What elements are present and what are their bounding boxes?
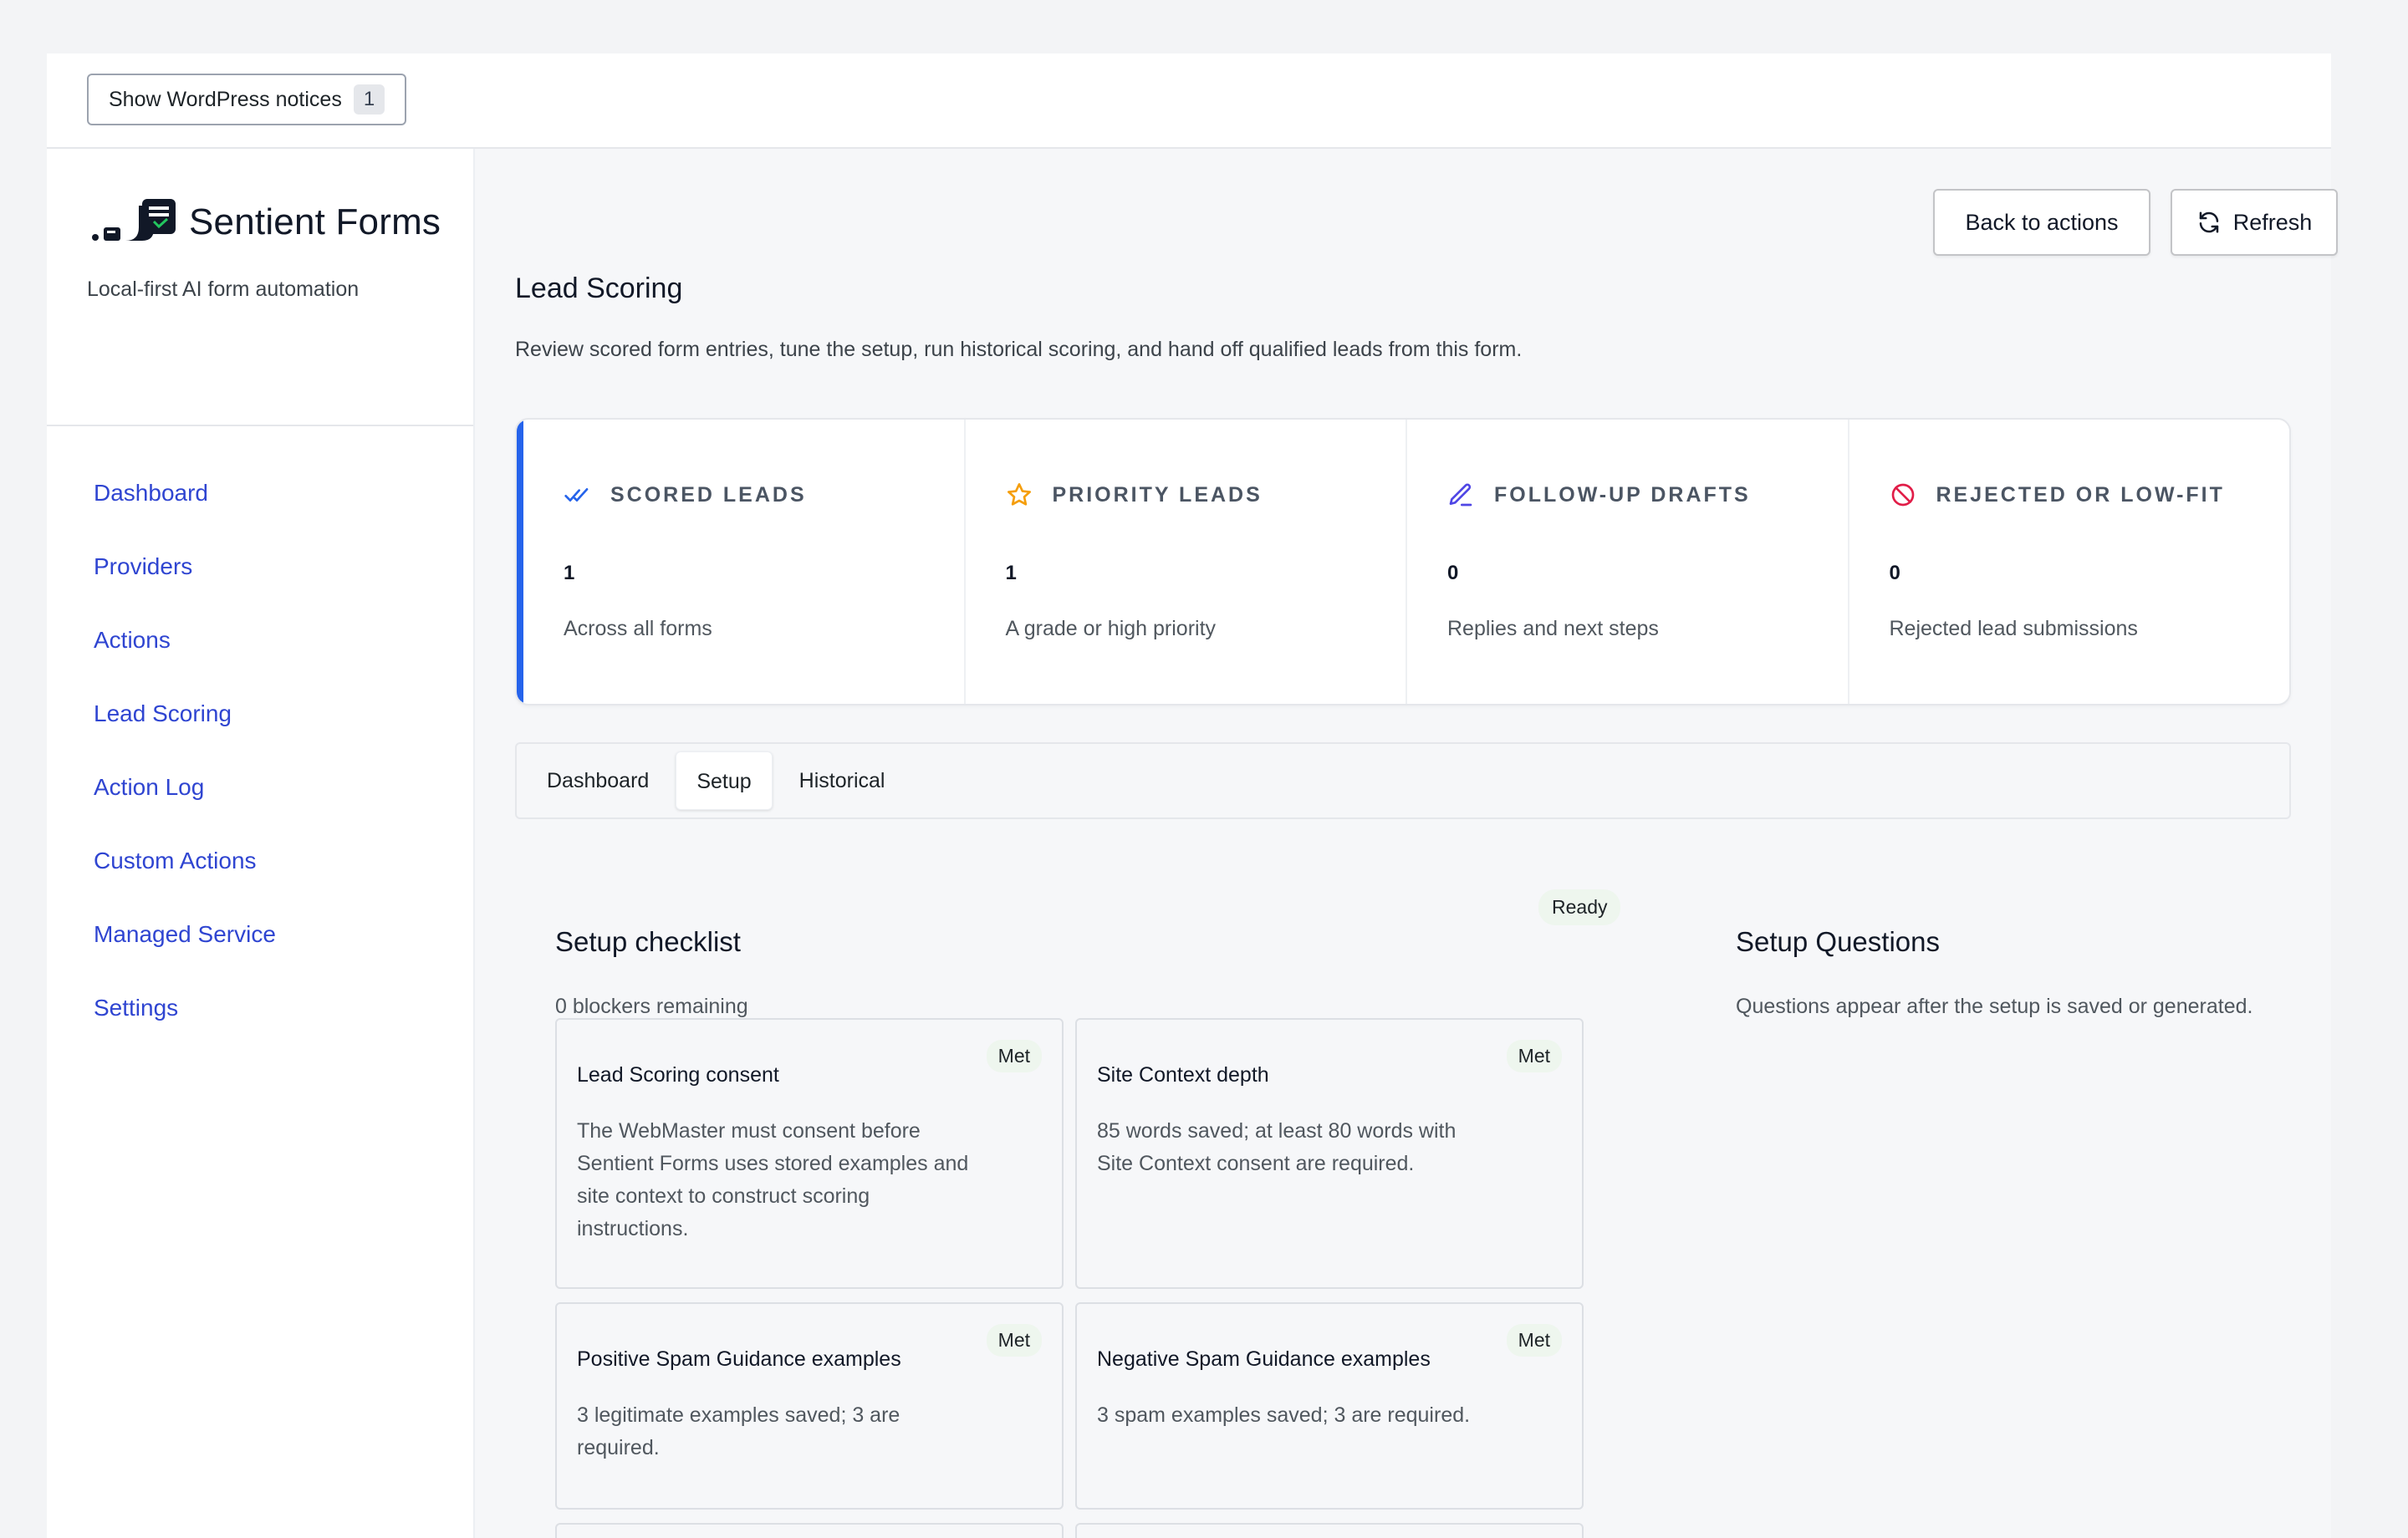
stat-value: 0 — [1447, 562, 1459, 584]
checklist-card-description: The WebMaster must consent before Sentie… — [577, 1119, 969, 1240]
checklist-card-description: 3 spam examples saved; 3 are required. — [1097, 1403, 1471, 1427]
tab-setup[interactable]: Setup — [676, 751, 773, 810]
stat-label: PRIORITY LEADS — [1052, 482, 1263, 507]
setup-questions-description: Questions appear after the setup is save… — [1736, 995, 2253, 1018]
sentient-forms-logo-icon — [92, 199, 176, 241]
stat-value: 0 — [1889, 562, 1900, 584]
stats-panel: SCORED LEADS 1 Across all forms PRIORITY… — [515, 418, 2291, 705]
pencil-icon — [1449, 483, 1472, 507]
blockers-remaining: 0 blockers remaining — [555, 995, 748, 1018]
checklist-card-description: 85 words saved; at least 80 words with S… — [1097, 1119, 1457, 1175]
checklist-card-description: 3 legitimate examples saved; 3 are requi… — [577, 1403, 900, 1459]
checklist-card-lead-scoring-consent: Met Lead Scoring consent The WebMaster m… — [555, 1018, 1064, 1289]
stat-subtext: Replies and next steps — [1447, 617, 1659, 640]
stat-header: FOLLOW-UP DRAFTS — [1447, 481, 1751, 508]
app-window: Show WordPress notices 1 Sentient Forms … — [47, 53, 2338, 1538]
refresh-label: Refresh — [2232, 209, 2313, 235]
stat-priority-leads: PRIORITY LEADS 1 A grade or high priorit… — [966, 420, 1407, 704]
sidebar-item-lead-scoring[interactable]: Lead Scoring — [47, 677, 473, 751]
sidebar-item-managed-service[interactable]: Managed Service — [47, 898, 473, 971]
checklist-card — [1075, 1523, 1584, 1538]
stat-follow-up-drafts: FOLLOW-UP DRAFTS 0 Replies and next step… — [1407, 420, 1849, 704]
met-badge: Met — [1506, 1324, 1562, 1357]
logo: Sentient Forms — [90, 199, 441, 246]
stat-subtext: Across all forms — [564, 617, 712, 640]
stat-subtext: A grade or high priority — [1005, 617, 1217, 640]
stat-header: SCORED LEADS — [564, 481, 807, 508]
stat-header: PRIORITY LEADS — [1006, 481, 1263, 508]
sidebar-item-dashboard[interactable]: Dashboard — [47, 456, 473, 530]
checklist-card-title: Positive Spam Guidance examples — [577, 1347, 901, 1371]
page-description: Review scored form entries, tune the set… — [515, 338, 1523, 361]
back-to-actions-button[interactable]: Back to actions — [1933, 189, 2150, 256]
sidebar-item-providers[interactable]: Providers — [47, 530, 473, 603]
checklist-card-title: Lead Scoring consent — [577, 1063, 779, 1087]
tab-historical[interactable]: Historical — [779, 751, 906, 810]
sidebar-nav: Dashboard Providers Actions Lead Scoring… — [47, 426, 473, 1045]
double-check-icon — [564, 488, 589, 502]
refresh-icon — [2199, 211, 2218, 233]
stats-accent-bar — [517, 420, 523, 704]
notices-label: Show WordPress notices — [109, 87, 342, 111]
met-badge: Met — [1506, 1040, 1562, 1072]
checklist-card-positive-spam-guidance: Met Positive Spam Guidance examples 3 le… — [555, 1302, 1064, 1510]
brand-panel: Sentient Forms Local-first AI form autom… — [47, 149, 473, 426]
checklist-card-title: Site Context depth — [1097, 1063, 1269, 1087]
show-notices-button[interactable]: Show WordPress notices 1 — [87, 74, 407, 125]
stat-rejected: REJECTED OR LOW-FIT 0 Rejected lead subm… — [1849, 420, 2290, 704]
tab-dashboard[interactable]: Dashboard — [527, 751, 669, 810]
stat-label: REJECTED OR LOW-FIT — [1936, 482, 2225, 507]
setup-checklist-title: Setup checklist — [555, 926, 741, 957]
admin-topbar: Show WordPress notices 1 — [47, 53, 2331, 149]
stat-header: REJECTED OR LOW-FIT — [1890, 481, 2225, 508]
page-title: Lead Scoring — [515, 272, 683, 304]
met-badge: Met — [986, 1324, 1042, 1357]
sidebar-item-custom-actions[interactable]: Custom Actions — [47, 824, 473, 898]
checklist-card — [555, 1523, 1064, 1538]
stat-label: SCORED LEADS — [610, 482, 807, 507]
brand-tagline: Local-first AI form automation — [87, 278, 360, 301]
checklist-card-negative-spam-guidance: Met Negative Spam Guidance examples 3 sp… — [1075, 1302, 1584, 1510]
sidebar: Sentient Forms Local-first AI form autom… — [47, 149, 475, 1538]
sidebar-item-action-log[interactable]: Action Log — [47, 751, 473, 824]
stat-scored-leads: SCORED LEADS 1 Across all forms — [523, 420, 966, 704]
main-content: Lead Scoring Review scored form entries,… — [475, 149, 2338, 1538]
stat-value: 1 — [1005, 562, 1017, 584]
lead-scoring-tabs: Dashboard Setup Historical — [515, 742, 2291, 819]
status-badge: Ready — [1538, 889, 1621, 925]
checklist-card-title: Negative Spam Guidance examples — [1097, 1347, 1431, 1371]
met-badge: Met — [986, 1040, 1042, 1072]
sidebar-item-actions[interactable]: Actions — [47, 603, 473, 677]
notices-count-badge: 1 — [353, 84, 385, 115]
star-icon — [1007, 483, 1031, 506]
back-to-actions-label: Back to actions — [1965, 209, 2119, 235]
refresh-button[interactable]: Refresh — [2171, 189, 2338, 256]
checklist-card-site-context-depth: Met Site Context depth 85 words saved; a… — [1075, 1018, 1584, 1289]
stat-subtext: Rejected lead submissions — [1889, 617, 2138, 640]
brand-name: Sentient Forms — [189, 201, 441, 242]
stat-label: FOLLOW-UP DRAFTS — [1494, 482, 1751, 507]
sidebar-item-settings[interactable]: Settings — [47, 971, 473, 1045]
setup-questions-title: Setup Questions — [1736, 926, 1940, 957]
ban-icon — [1891, 483, 1914, 507]
stat-value: 1 — [564, 562, 575, 584]
